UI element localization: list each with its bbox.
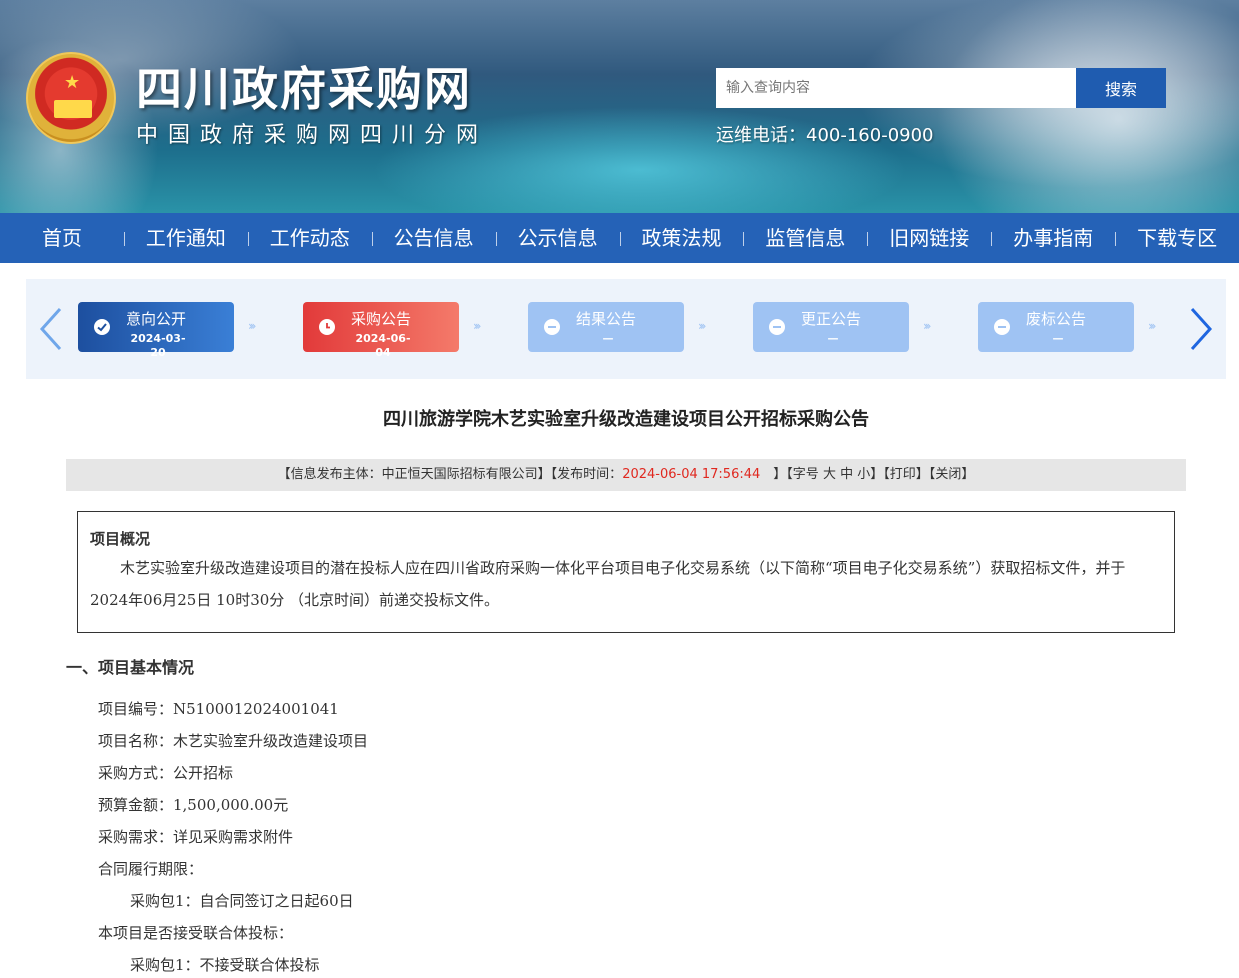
emblem-star-icon: ★ <box>64 72 81 93</box>
info-contract-period-label: 合同履行期限： <box>98 860 204 878</box>
nav-item-supervision[interactable]: 监管信息 <box>743 213 867 263</box>
process-steps: 意向公开 2024-03-20 ››› 采购公告 2024-06-04 ››› … <box>26 279 1226 379</box>
meta-publisher-prefix: 【信息发布主体： <box>277 467 382 482</box>
national-emblem-icon: ★ <box>26 52 116 144</box>
search-button[interactable]: 搜索 <box>1076 68 1166 108</box>
step-date: — <box>827 332 839 345</box>
overview-heading: 项目概况 <box>90 530 151 548</box>
header-banner: ★ 四川政府采购网 中国政府采购网四川分网 搜索 运维电话：400-160-09… <box>0 0 1239 213</box>
step-date: 2024-03-20 <box>130 332 186 359</box>
nav-item-announcements[interactable]: 公告信息 <box>371 213 496 263</box>
main-nav: 首页 工作通知 工作动态 公告信息 公示信息 政策法规 监管信息 旧网链接 办事… <box>0 213 1239 263</box>
step-date: — <box>602 332 614 345</box>
meta-time-suffix: 】【 <box>760 467 793 482</box>
nav-item-work-notice[interactable]: 工作通知 <box>123 213 248 263</box>
nav-item-guide[interactable]: 办事指南 <box>991 213 1115 263</box>
meta-time-prefix: 】【发布时间： <box>537 467 623 482</box>
step-connector-icon: ››› <box>698 319 706 333</box>
step-result-notice[interactable]: 结果公告 — <box>528 302 684 352</box>
step-date: — <box>1052 332 1064 345</box>
print-link[interactable]: 打印 <box>890 467 916 482</box>
site-subtitle: 中国政府采购网四川分网 <box>136 123 489 148</box>
clock-icon <box>319 319 335 335</box>
step-connector-icon: ››› <box>248 319 256 333</box>
step-connector-icon: ››› <box>1148 319 1156 333</box>
info-procurement-method: 采购方式：公开招标 <box>98 764 234 782</box>
step-cancellation-notice[interactable]: 废标公告 — <box>978 302 1134 352</box>
project-overview-box: 项目概况 木艺实验室升级改造建设项目的潜在投标人应在四川省政府采购一体化平台项目… <box>77 511 1175 633</box>
info-project-name: 项目名称：木艺实验室升级改造建设项目 <box>98 732 369 750</box>
chevron-left-icon[interactable] <box>36 305 66 353</box>
search-input[interactable] <box>716 68 1076 108</box>
nav-item-old-site[interactable]: 旧网链接 <box>867 213 991 263</box>
info-consortium-label: 本项目是否接受联合体投标： <box>98 924 294 942</box>
step-title: 废标公告 <box>1026 310 1087 328</box>
emblem-gate-icon <box>54 100 92 118</box>
nav-item-publicity[interactable]: 公示信息 <box>495 213 620 263</box>
nav-item-policies[interactable]: 政策法规 <box>619 213 744 263</box>
service-hotline: 运维电话：400-160-0900 <box>716 125 934 146</box>
notice-title: 四川旅游学院木艺实验室升级改造建设项目公开招标采购公告 <box>383 409 869 430</box>
step-date: 2024-06-04 <box>355 332 411 359</box>
step-connector-icon: ››› <box>473 319 481 333</box>
overview-body: 木艺实验室升级改造建设项目的潜在投标人应在四川省政府采购一体化平台项目电子化交易… <box>90 559 1126 609</box>
font-size-medium-link[interactable]: 中 <box>840 467 853 482</box>
font-size-large-link[interactable]: 大 <box>823 467 836 482</box>
meta-font-suffix: 】【 <box>870 467 890 482</box>
nav-item-home[interactable]: 首页 <box>0 213 124 263</box>
meta-publisher: 中正恒天国际招标有限公司 <box>381 467 538 482</box>
info-budget: 预算金额：1,500,000.00元 <box>98 796 289 814</box>
step-title: 采购公告 <box>351 310 412 328</box>
meta-publish-time: 2024-06-04 17:56:44 <box>622 467 761 482</box>
check-icon <box>94 319 110 335</box>
info-consortium-package1: 采购包1：不接受联合体投标 <box>130 956 320 974</box>
step-title: 更正公告 <box>801 310 862 328</box>
step-title: 意向公开 <box>126 310 187 328</box>
meta-print-suffix: 】【 <box>915 467 936 482</box>
nav-item-downloads[interactable]: 下载专区 <box>1115 213 1239 263</box>
notice-meta-bar: 【信息发布主体：中正恒天国际招标有限公司】【发布时间：2024-06-04 17… <box>66 459 1186 491</box>
font-size-small-link[interactable]: 小 <box>857 467 870 482</box>
info-requirements: 采购需求：详见采购需求附件 <box>98 828 294 846</box>
step-procurement-notice[interactable]: 采购公告 2024-06-04 <box>303 302 459 359</box>
nav-item-work-news[interactable]: 工作动态 <box>247 213 372 263</box>
minus-icon <box>994 319 1010 335</box>
site-title: 四川政府采购网 <box>136 62 472 116</box>
basic-info-list: 项目编号：N5100012024001041 项目名称：木艺实验室升级改造建设项… <box>98 693 1158 978</box>
section-heading-basic-info: 一、项目基本情况 <box>66 658 195 677</box>
step-connector-icon: ››› <box>923 319 931 333</box>
step-title: 结果公告 <box>576 310 637 328</box>
meta-font-size-label: 字号 <box>792 467 819 482</box>
step-correction-notice[interactable]: 更正公告 — <box>753 302 909 352</box>
close-link[interactable]: 关闭 <box>935 467 961 482</box>
meta-close-suffix: 】 <box>961 467 975 482</box>
minus-icon <box>769 319 785 335</box>
info-contract-period-package1: 采购包1：自合同签订之日起60日 <box>130 892 354 910</box>
step-intent-disclosure[interactable]: 意向公开 2024-03-20 <box>78 302 234 359</box>
chevron-right-icon[interactable] <box>1186 305 1216 353</box>
minus-icon <box>544 319 560 335</box>
info-project-number: 项目编号：N5100012024001041 <box>98 700 339 718</box>
